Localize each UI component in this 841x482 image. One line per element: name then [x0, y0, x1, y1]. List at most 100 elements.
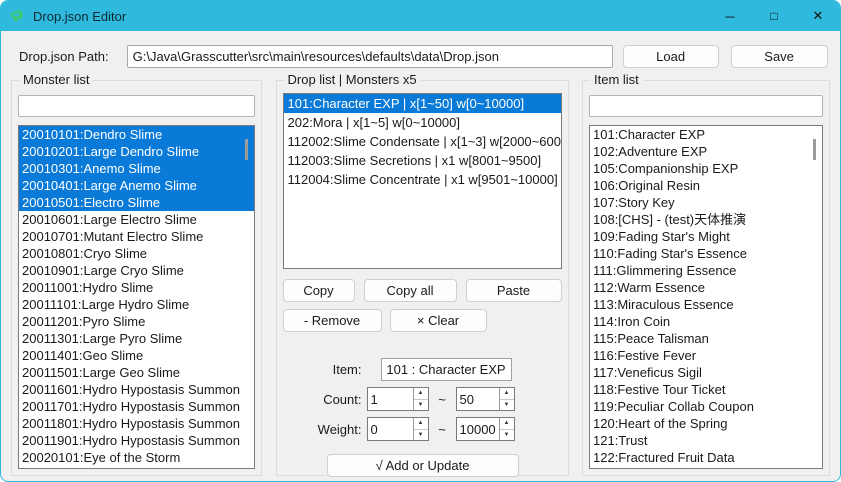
item-row: Item: 101 : Character EXP [283, 357, 562, 381]
drop-list-item[interactable]: 112003:Slime Secretions | x1 w[8001~9500… [284, 151, 561, 170]
item-list-title: Item list [590, 72, 643, 87]
weight-max-spin-buttons: ▲ ▼ [499, 418, 514, 440]
count-max-spinner[interactable]: ▲ ▼ [456, 387, 515, 411]
count-max-input[interactable] [457, 388, 499, 410]
item-listbox: 101:Character EXP102:Adventure EXP105:Co… [589, 125, 823, 469]
monster-list-item[interactable]: 20011401:Geo Slime [19, 347, 254, 364]
monster-list-item[interactable]: 20011901:Hydro Hypostasis Summon [19, 432, 254, 449]
item-list-item[interactable]: 111:Glimmering Essence [590, 262, 822, 279]
spin-down-icon[interactable]: ▼ [414, 400, 428, 411]
monster-list-item[interactable]: 20011701:Hydro Hypostasis Summon [19, 398, 254, 415]
copy-all-button[interactable]: Copy all [364, 279, 457, 302]
monster-list-item[interactable]: 20020101:Eye of the Storm [19, 449, 254, 466]
titlebar: Drop.json Editor ─ □ ✕ [1, 1, 840, 31]
item-list-item[interactable]: 119:Peculiar Collab Coupon [590, 398, 822, 415]
clear-button[interactable]: × Clear [390, 309, 487, 332]
count-label: Count: [283, 392, 367, 407]
minimize-button[interactable]: ─ [708, 1, 752, 31]
count-min-spin-buttons: ▲ ▼ [413, 388, 428, 410]
spin-up-icon[interactable]: ▲ [414, 418, 428, 430]
close-button[interactable]: ✕ [796, 1, 840, 31]
item-value-box[interactable]: 101 : Character EXP [381, 358, 512, 381]
item-list-item[interactable]: 120:Heart of the Spring [590, 415, 822, 432]
monster-list-item[interactable]: 20011001:Hydro Slime [19, 279, 254, 296]
item-list-item[interactable]: 117:Veneficus Sigil [590, 364, 822, 381]
spin-up-icon[interactable]: ▲ [500, 388, 514, 400]
maximize-button[interactable]: □ [752, 1, 796, 31]
monster-list-item[interactable]: 20011301:Large Pyro Slime [19, 330, 254, 347]
item-list-item[interactable]: 114:Iron Coin [590, 313, 822, 330]
item-list-item[interactable]: 113:Miraculous Essence [590, 296, 822, 313]
item-list-item[interactable]: 121:Trust [590, 432, 822, 449]
weight-min-spinner[interactable]: ▲ ▼ [367, 417, 429, 441]
monster-list-item[interactable]: 20011601:Hydro Hypostasis Summon [19, 381, 254, 398]
weight-max-spinner[interactable]: ▲ ▼ [456, 417, 515, 441]
drop-list-item[interactable]: 101:Character EXP | x[1~50] w[0~10000] [284, 94, 561, 113]
item-list-item[interactable]: 110:Fading Star's Essence [590, 245, 822, 262]
load-button[interactable]: Load [623, 45, 719, 68]
monster-list-item[interactable]: 20010201:Large Dendro Slime [19, 143, 254, 160]
count-min-spinner[interactable]: ▲ ▼ [367, 387, 429, 411]
monster-list-item[interactable]: 20011101:Large Hydro Slime [19, 296, 254, 313]
item-scrollbar-thumb[interactable] [813, 139, 816, 160]
drop-panel-body: 101:Character EXP | x[1~50] w[0~10000]20… [277, 81, 568, 475]
item-list-item[interactable]: 118:Festive Tour Ticket [590, 381, 822, 398]
count-min-input[interactable] [368, 388, 413, 410]
monster-list-item[interactable]: 20010701:Mutant Electro Slime [19, 228, 254, 245]
drop-list-item[interactable]: 112004:Slime Concentrate | x1 w[9501~100… [284, 170, 561, 189]
monster-list-item[interactable]: 20010401:Large Anemo Slime [19, 177, 254, 194]
edit-button-row: - Remove × Clear [283, 309, 562, 332]
item-list-item[interactable]: 106:Original Resin [590, 177, 822, 194]
monster-listbox: 20010101:Dendro Slime20010201:Large Dend… [18, 125, 255, 469]
add-or-update-button[interactable]: √ Add or Update [327, 454, 519, 477]
item-list-item[interactable]: 115:Peace Talisman [590, 330, 822, 347]
monster-list-item[interactable]: 20011501:Large Geo Slime [19, 364, 254, 381]
item-list-item[interactable]: 105:Companionship EXP [590, 160, 822, 177]
monster-list-item[interactable]: 20010301:Anemo Slime [19, 160, 254, 177]
count-tilde: ~ [429, 392, 456, 407]
drop-list-title: Drop list | Monsters x5 [284, 72, 421, 87]
window-controls: ─ □ ✕ [708, 1, 840, 31]
monster-list-item[interactable]: 20011201:Pyro Slime [19, 313, 254, 330]
drop-listbox: 101:Character EXP | x[1~50] w[0~10000]20… [283, 93, 562, 269]
remove-button[interactable]: - Remove [283, 309, 382, 332]
item-list-item[interactable]: 107:Story Key [590, 194, 822, 211]
monster-search-input[interactable] [18, 95, 255, 117]
window: Drop.json Editor ─ □ ✕ Drop.json Path: L… [0, 0, 841, 482]
save-button[interactable]: Save [731, 45, 828, 68]
item-list-item[interactable]: 101:Character EXP [590, 126, 822, 143]
spin-down-icon[interactable]: ▼ [500, 430, 514, 441]
monster-list-item[interactable]: 20010501:Electro Slime [19, 194, 254, 211]
drop-list-item[interactable]: 112002:Slime Condensate | x[1~3] w[2000~… [284, 132, 561, 151]
item-search-input[interactable] [589, 95, 823, 117]
monster-list-item[interactable]: 20011801:Hydro Hypostasis Summon [19, 415, 254, 432]
item-list-item[interactable]: 102:Adventure EXP [590, 143, 822, 160]
count-max-spin-buttons: ▲ ▼ [499, 388, 514, 410]
weight-min-input[interactable] [368, 418, 413, 440]
spin-down-icon[interactable]: ▼ [414, 430, 428, 441]
weight-min-spin-buttons: ▲ ▼ [413, 418, 428, 440]
spin-up-icon[interactable]: ▲ [500, 418, 514, 430]
item-list-item[interactable]: 112:Warm Essence [590, 279, 822, 296]
item-label: Item: [283, 362, 367, 377]
item-list-item[interactable]: 116:Festive Fever [590, 347, 822, 364]
monster-list-item[interactable]: 20010101:Dendro Slime [19, 126, 254, 143]
spin-up-icon[interactable]: ▲ [414, 388, 428, 400]
paste-button[interactable]: Paste [466, 279, 562, 302]
item-list-item[interactable]: 122:Fractured Fruit Data [590, 449, 822, 466]
spin-down-icon[interactable]: ▼ [500, 400, 514, 411]
panels: Monster list 20010101:Dendro Slime200102… [1, 80, 840, 476]
monster-list-item[interactable]: 20010901:Large Cryo Slime [19, 262, 254, 279]
weight-tilde: ~ [429, 422, 456, 437]
path-input[interactable] [127, 45, 613, 68]
monster-list-item[interactable]: 20010601:Large Electro Slime [19, 211, 254, 228]
weight-max-input[interactable] [457, 418, 499, 440]
clipboard-button-row: Copy Copy all Paste [283, 279, 562, 302]
item-list-item[interactable]: 109:Fading Star's Might [590, 228, 822, 245]
monster-list-item[interactable]: 20010801:Cryo Slime [19, 245, 254, 262]
item-list-item[interactable]: 108:[CHS] - (test)天体推演 [590, 211, 822, 228]
drop-list-item[interactable]: 202:Mora | x[1~5] w[0~10000] [284, 113, 561, 132]
copy-button[interactable]: Copy [283, 279, 355, 302]
monster-list-panel: Monster list 20010101:Dendro Slime200102… [11, 80, 262, 476]
monster-scrollbar-thumb[interactable] [245, 139, 248, 160]
